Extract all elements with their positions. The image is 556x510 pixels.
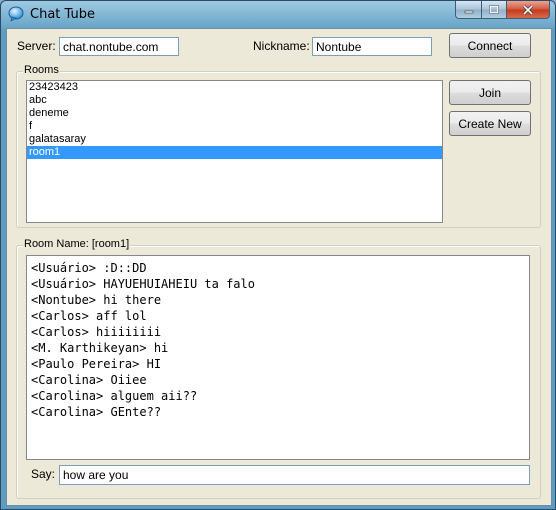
close-icon — [522, 4, 534, 15]
room-list-item[interactable]: deneme — [27, 107, 442, 120]
room-list-item[interactable]: galatasaray — [27, 133, 442, 146]
create-new-button[interactable]: Create New — [449, 111, 531, 136]
join-button[interactable]: Join — [449, 80, 531, 105]
chat-message: <M. Karthikeyan> hi — [31, 341, 169, 355]
nickname-label: Nickname: — [253, 39, 310, 53]
chat-message: <Usuário> :D::DD — [31, 261, 147, 275]
chat-log[interactable]: <Usuário> :D::DD<Usuário> HAYUEHUIAHEIU … — [26, 255, 530, 460]
room-name-label: Room Name: [room1] — [23, 238, 131, 250]
client-area: Server: chat.nontube.com Nickname: Nontu… — [6, 28, 552, 506]
rooms-list[interactable]: 23423423 abc deneme f galatasaray room1 — [26, 80, 443, 223]
room-list-item[interactable]: room1 — [27, 146, 442, 159]
chat-message: <Nontube> hi there — [31, 293, 162, 307]
chat-message: <Carolina> alguem aii?? — [31, 389, 198, 403]
room-list-item[interactable]: 23423423 — [27, 81, 442, 94]
connect-button[interactable]: Connect — [449, 33, 531, 58]
say-label: Say: — [31, 467, 56, 481]
say-input[interactable]: how are you — [59, 465, 530, 485]
server-label: Server: — [17, 39, 56, 53]
chat-message: <Paulo Pereira> HI — [31, 357, 162, 371]
minimize-button[interactable] — [455, 1, 482, 19]
nickname-input[interactable]: Nontube — [312, 37, 432, 56]
chat-message: <Carolina> Oiiee — [31, 373, 147, 387]
app-window: Chat Tube Server: chat.nontube.com Nickn… — [0, 0, 556, 510]
chat-bubble-icon — [8, 6, 24, 22]
close-button[interactable] — [507, 1, 550, 19]
maximize-icon — [489, 5, 499, 14]
chat-message: <Carolina> GEnte?? — [31, 405, 162, 419]
window-title: Chat Tube — [30, 7, 95, 22]
chat-message: <Usuário> HAYUEHUIAHEIU ta falo — [31, 277, 255, 291]
rooms-group-label: Rooms — [23, 64, 60, 76]
room-list-item[interactable]: abc — [27, 94, 442, 107]
chat-message: <Carlos> hiiiiiiii — [31, 325, 162, 339]
maximize-button[interactable] — [482, 1, 507, 19]
room-list-item[interactable]: f — [27, 120, 442, 133]
server-input[interactable]: chat.nontube.com — [59, 37, 179, 56]
title-bar[interactable]: Chat Tube — [1, 1, 555, 28]
chat-message: <Carlos> aff lol — [31, 309, 147, 323]
minimize-icon — [464, 10, 473, 13]
